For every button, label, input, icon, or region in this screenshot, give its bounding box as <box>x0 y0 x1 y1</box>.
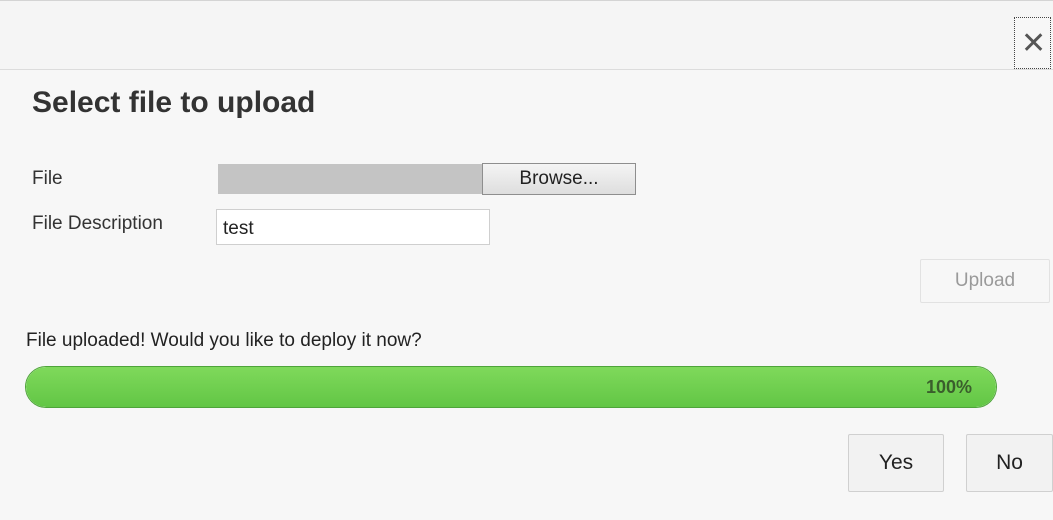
no-button[interactable]: No <box>966 434 1053 492</box>
dialog-title: Select file to upload <box>32 86 316 119</box>
dialog-titlebar: ✕ <box>0 0 1053 70</box>
file-label: File <box>32 168 63 189</box>
browse-button[interactable]: Browse... <box>482 163 636 195</box>
upload-status-message: File uploaded! Would you like to deploy … <box>26 330 422 351</box>
progress-fill <box>26 367 996 407</box>
upload-progress-bar: 100% <box>25 366 997 408</box>
close-icon[interactable]: ✕ <box>1014 17 1051 69</box>
file-path-field[interactable] <box>218 164 482 194</box>
yes-button[interactable]: Yes <box>848 434 944 492</box>
upload-dialog: ✕ Select file to upload File Browse... F… <box>0 0 1053 520</box>
file-description-input[interactable] <box>216 209 490 245</box>
upload-button[interactable]: Upload <box>920 259 1050 303</box>
progress-percent: 100% <box>925 377 972 397</box>
file-description-label: File Description <box>32 213 163 234</box>
